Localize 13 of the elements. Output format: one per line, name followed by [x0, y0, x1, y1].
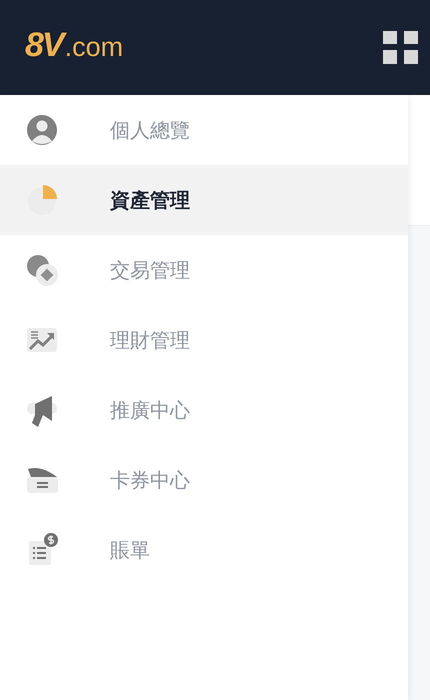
- sidebar-item[interactable]: 理財管理: [0, 305, 408, 375]
- sidebar-item[interactable]: 資產管理: [0, 165, 408, 235]
- user-icon: [25, 113, 59, 147]
- sidebar-item[interactable]: 卡券中心: [0, 445, 408, 515]
- grid-menu-icon[interactable]: [383, 30, 419, 64]
- logo[interactable]: 8V.com: [25, 26, 124, 69]
- sidebar-item[interactable]: 賬單: [0, 515, 408, 585]
- pie-chart-icon: [25, 183, 59, 217]
- sidebar-item[interactable]: 交易管理: [0, 235, 408, 305]
- sidebar-item[interactable]: 推廣中心: [0, 375, 408, 445]
- coin-icon: [25, 253, 59, 287]
- megaphone-icon: [25, 393, 59, 427]
- sidebar-item[interactable]: 個人總覽: [0, 95, 408, 165]
